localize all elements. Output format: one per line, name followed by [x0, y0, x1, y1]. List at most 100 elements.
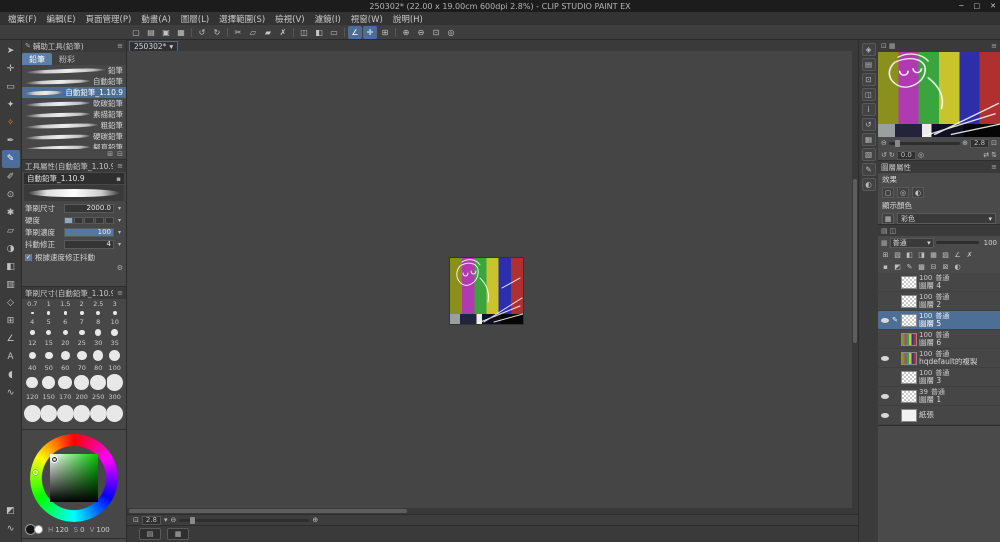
panel-toggle-icon[interactable]: ▤	[861, 58, 876, 71]
toolbar-button[interactable]	[189, 26, 194, 39]
toolbar-button[interactable]	[291, 26, 296, 39]
brush-size-option[interactable]: 70	[74, 364, 91, 393]
brush-size-option[interactable]: 3	[107, 300, 124, 318]
effect-icon[interactable]: ▢	[882, 187, 894, 198]
tool-button[interactable]: ◖	[2, 366, 20, 384]
layer-toolbar-icon[interactable]: ▦	[928, 250, 939, 261]
zoom-in-icon[interactable]: ⊕	[312, 516, 318, 524]
layer-toolbar-icon[interactable]: ✎	[904, 262, 915, 273]
menu-item[interactable]: 檢視(V)	[270, 13, 309, 25]
layer-visibility-toggle[interactable]	[880, 392, 889, 401]
toolbar-button[interactable]: ◧	[312, 26, 326, 39]
layer-row[interactable]: 39 普通 圖層 1	[878, 387, 1000, 406]
brush-size-option[interactable]: 2.5	[90, 300, 107, 318]
tool-button[interactable]: ∠	[2, 330, 20, 348]
panel-toggle-icon[interactable]: ◫	[861, 88, 876, 101]
layer-thumbnail[interactable]	[901, 351, 917, 365]
tool-button[interactable]: ⊙	[2, 186, 20, 204]
panel-menu-icon[interactable]: ≡	[117, 289, 123, 297]
vertical-scrollbar[interactable]	[852, 51, 858, 508]
tool-button[interactable]: ✧	[2, 114, 20, 132]
vertical-scrollbar-thumb[interactable]	[853, 178, 857, 344]
tool-button[interactable]: ◧	[2, 258, 20, 276]
toolbar-button[interactable]: ▱	[246, 26, 260, 39]
zoom-out-icon[interactable]: ⊖	[171, 516, 177, 524]
toolbar-button[interactable]: ⊖	[414, 26, 428, 39]
layer-row[interactable]: 紙張	[878, 406, 1000, 425]
horizontal-scrollbar[interactable]	[127, 508, 858, 514]
brush-size-option[interactable]: 6	[57, 318, 74, 339]
tool-button[interactable]: ✱	[2, 204, 20, 222]
toolbar-button[interactable]: ∠	[348, 25, 362, 39]
brush-size-option[interactable]: 1.5	[57, 300, 74, 318]
layer-toolbar-icon[interactable]: ∠	[952, 250, 963, 261]
brush-size-option[interactable]: 30	[90, 339, 107, 364]
maximize-button[interactable]: □	[974, 2, 981, 10]
brush-size-option[interactable]: 12	[24, 339, 41, 364]
rotate-ccw-icon[interactable]: ↺	[881, 151, 887, 159]
brush-item[interactable]: 自動鉛筆	[22, 76, 126, 87]
minimize-button[interactable]: ─	[959, 2, 963, 10]
artwork[interactable]	[450, 258, 523, 324]
bottom-bar-button[interactable]: ▤	[139, 528, 161, 540]
menu-item[interactable]: 說明(H)	[388, 13, 428, 25]
tool-button[interactable]: ∿	[2, 384, 20, 402]
brush-size-option[interactable]: 35	[107, 339, 124, 364]
brush-size-option[interactable]: 300	[106, 393, 123, 425]
tool-button[interactable]: ✛	[2, 60, 20, 78]
layer-thumbnail[interactable]	[901, 294, 917, 308]
menu-item[interactable]: 檔案(F)	[3, 13, 42, 25]
toolbar-button[interactable]: ▭	[327, 26, 341, 39]
effect-icon[interactable]: ◎	[897, 187, 909, 198]
bottom-bar-button[interactable]: ▦	[167, 528, 189, 540]
toolbar-button[interactable]: ▰	[261, 26, 275, 39]
layer-thumbnail[interactable]	[901, 332, 917, 346]
panel-menu-icon[interactable]: ≡	[117, 162, 123, 170]
layer-toolbar-icon[interactable]: ▧	[892, 250, 903, 261]
close-button[interactable]: ✕	[990, 2, 996, 10]
rotate-cw-icon[interactable]: ↻	[889, 151, 895, 159]
layer-toolbar-icon[interactable]: ◨	[916, 250, 927, 261]
palette-icon[interactable]: ▦	[882, 213, 894, 224]
zoom-value[interactable]: 2.8	[141, 515, 162, 525]
panel-menu-icon[interactable]: ≡	[991, 163, 997, 171]
spinner-icon[interactable]: ▾	[116, 229, 123, 236]
tool-button[interactable]: ◇	[2, 294, 20, 312]
layer-thumbnail[interactable]	[901, 313, 917, 327]
stabilization-input[interactable]: 4	[64, 239, 114, 249]
brush-size-option[interactable]: 10	[107, 318, 124, 339]
brush-size-option[interactable]: 1	[41, 300, 58, 318]
hue-marker[interactable]	[33, 470, 38, 475]
brush-item[interactable]: 素描鉛筆	[22, 109, 126, 120]
navigator-zoom-knob[interactable]	[894, 139, 900, 147]
toolbar-button[interactable]: ↻	[210, 26, 224, 39]
layer-toolbar-icon[interactable]: ▪	[880, 262, 891, 273]
layer-toolbar-icon[interactable]: ✗	[964, 250, 975, 261]
effect-icon[interactable]: ◐	[912, 187, 924, 198]
panel-toggle-icon[interactable]: ↺	[861, 118, 876, 131]
layer-visibility-toggle[interactable]	[880, 411, 889, 420]
navigator-zoom-slider[interactable]	[888, 139, 961, 147]
menu-item[interactable]: 編輯(E)	[42, 13, 81, 25]
brush-size-option[interactable]: 100	[106, 364, 123, 393]
color-wheel[interactable]	[30, 434, 118, 522]
brush-size-option[interactable]: 7	[74, 318, 91, 339]
layer-toolbar-icon[interactable]: ⊠	[940, 262, 951, 273]
toolbar-button[interactable]: ⊡	[429, 26, 443, 39]
tool-button[interactable]: ◩	[2, 502, 20, 520]
panel-toggle-icon[interactable]: ▦	[861, 133, 876, 146]
toolbar-button[interactable]: ▤	[144, 26, 158, 39]
tool-button[interactable]: ✒	[2, 132, 20, 150]
panel-menu-icon[interactable]: ≡	[117, 42, 123, 50]
brush-size-option[interactable]: 20	[57, 339, 74, 364]
add-sub-tool-icon[interactable]: ⊞	[107, 150, 113, 158]
spinner-icon[interactable]: ▾	[116, 241, 123, 248]
tool-button[interactable]: ✐	[2, 168, 20, 186]
reset-rotation-icon[interactable]: ◎	[918, 151, 924, 159]
sv-marker[interactable]	[51, 455, 58, 463]
brush-size-option[interactable]: 5	[41, 318, 58, 339]
brush-size-option[interactable]: 25	[74, 339, 91, 364]
brush-size-input[interactable]: 2000.0	[64, 203, 114, 213]
brush-size-option[interactable]: 170	[57, 393, 74, 425]
brush-size-option[interactable]: 8	[90, 318, 107, 339]
